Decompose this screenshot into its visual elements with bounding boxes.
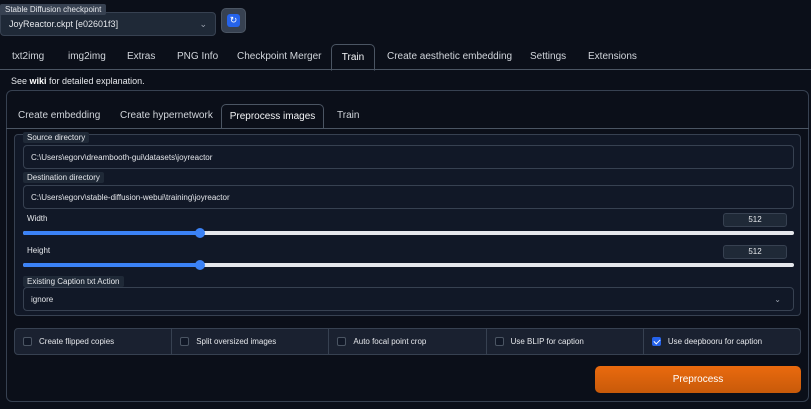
option-label: Use BLIP for caption [510,337,584,346]
checkbox[interactable] [180,337,190,346]
preprocess-form: C:\Users\egorv\dreambooth-gui\datasets\j… [14,132,801,316]
tab-img2img[interactable]: img2img [62,44,112,70]
destination-directory-value: C:\Users\egorv\stable-diffusion-webui\tr… [31,192,230,202]
caption-action-dropdown[interactable]: ignore ⌄ [23,287,794,311]
checkpoint-dropdown[interactable]: JoyReactor.ckpt [e02601f3] ⌄ [0,12,216,36]
option-use-blip-for-caption[interactable]: Use BLIP for caption [487,329,644,354]
option-split-oversized-images[interactable]: Split oversized images [172,329,330,354]
checkpoint-value: JoyReactor.ckpt [e02601f3] [9,19,119,29]
tab-txt2img[interactable]: txt2img [6,44,50,70]
chevron-down-icon: ⌄ [199,19,207,29]
width-label: Width [27,214,48,223]
width-number-input[interactable]: 512 [723,213,787,227]
checkbox[interactable] [337,337,347,346]
main-tab-bar: txt2img img2img Extras PNG Info Checkpoi… [0,44,811,71]
tab-divider [0,69,811,70]
chevron-down-icon: ⌄ [774,294,781,304]
tab-settings[interactable]: Settings [524,44,572,70]
width-slider[interactable] [23,228,794,238]
checkpoint-selector: JoyReactor.ckpt [e02601f3] ⌄ Stable Diff… [0,4,216,36]
source-directory-value: C:\Users\egorv\dreambooth-gui\datasets\j… [31,152,213,162]
height-slider[interactable] [23,260,794,270]
height-slider-thumb[interactable] [195,260,206,270]
tab-create-hypernetwork[interactable]: Create hypernetwork [114,104,219,128]
wiki-suffix: for detailed explanation. [46,76,145,86]
option-label: Auto focal point crop [353,337,427,346]
tab-create-aesthetic-embedding[interactable]: Create aesthetic embedding [381,44,518,70]
tab-create-embedding[interactable]: Create embedding [12,104,106,128]
refresh-icon: ↻ [227,14,240,27]
tab-extras[interactable]: Extras [121,44,161,70]
destination-directory-input[interactable]: C:\Users\egorv\stable-diffusion-webui\tr… [23,185,794,209]
option-auto-focal-point-crop[interactable]: Auto focal point crop [329,329,487,354]
width-slider-fill [23,231,201,235]
checkbox-checked[interactable] [651,337,661,346]
preprocess-options: Create flipped copies Split oversized im… [14,328,801,355]
source-directory-input[interactable]: C:\Users\egorv\dreambooth-gui\datasets\j… [23,145,794,169]
height-slider-fill [23,263,201,267]
checkbox[interactable] [494,337,504,346]
height-label: Height [27,246,51,255]
tab-train[interactable]: Train [331,44,375,71]
train-sub-tabs: Create embedding Create hypernetwork Pre… [6,104,809,129]
source-directory-label: Source directory [23,132,90,143]
tab-extensions[interactable]: Extensions [582,44,643,70]
option-label: Create flipped copies [39,337,115,346]
option-create-flipped-copies[interactable]: Create flipped copies [15,329,173,354]
wiki-note: See wiki for detailed explanation. [11,76,145,86]
destination-directory-label: Destination directory [23,172,104,183]
preprocess-button[interactable]: Preprocess [595,366,801,393]
height-number-input[interactable]: 512 [723,245,787,259]
tab-png-info[interactable]: PNG Info [171,44,224,70]
sub-tab-divider [6,128,809,129]
tab-preprocess-images[interactable]: Preprocess images [221,104,324,129]
checkbox[interactable] [23,337,32,346]
option-label: Split oversized images [196,337,277,346]
tab-train-sub[interactable]: Train [331,104,365,128]
wiki-prefix: See [11,76,30,86]
width-slider-thumb[interactable] [195,228,206,238]
option-label: Use deepbooru for caption [667,337,763,346]
caption-action-value: ignore [31,294,54,304]
refresh-checkpoint-button[interactable]: ↻ [221,8,246,33]
checkpoint-label: Stable Diffusion checkpoint [0,4,107,15]
caption-action-label: Existing Caption txt Action [23,276,124,287]
wiki-link[interactable]: wiki [30,76,47,86]
option-use-deepbooru-for-caption[interactable]: Use deepbooru for caption [644,329,800,354]
tab-checkpoint-merger[interactable]: Checkpoint Merger [231,44,327,70]
